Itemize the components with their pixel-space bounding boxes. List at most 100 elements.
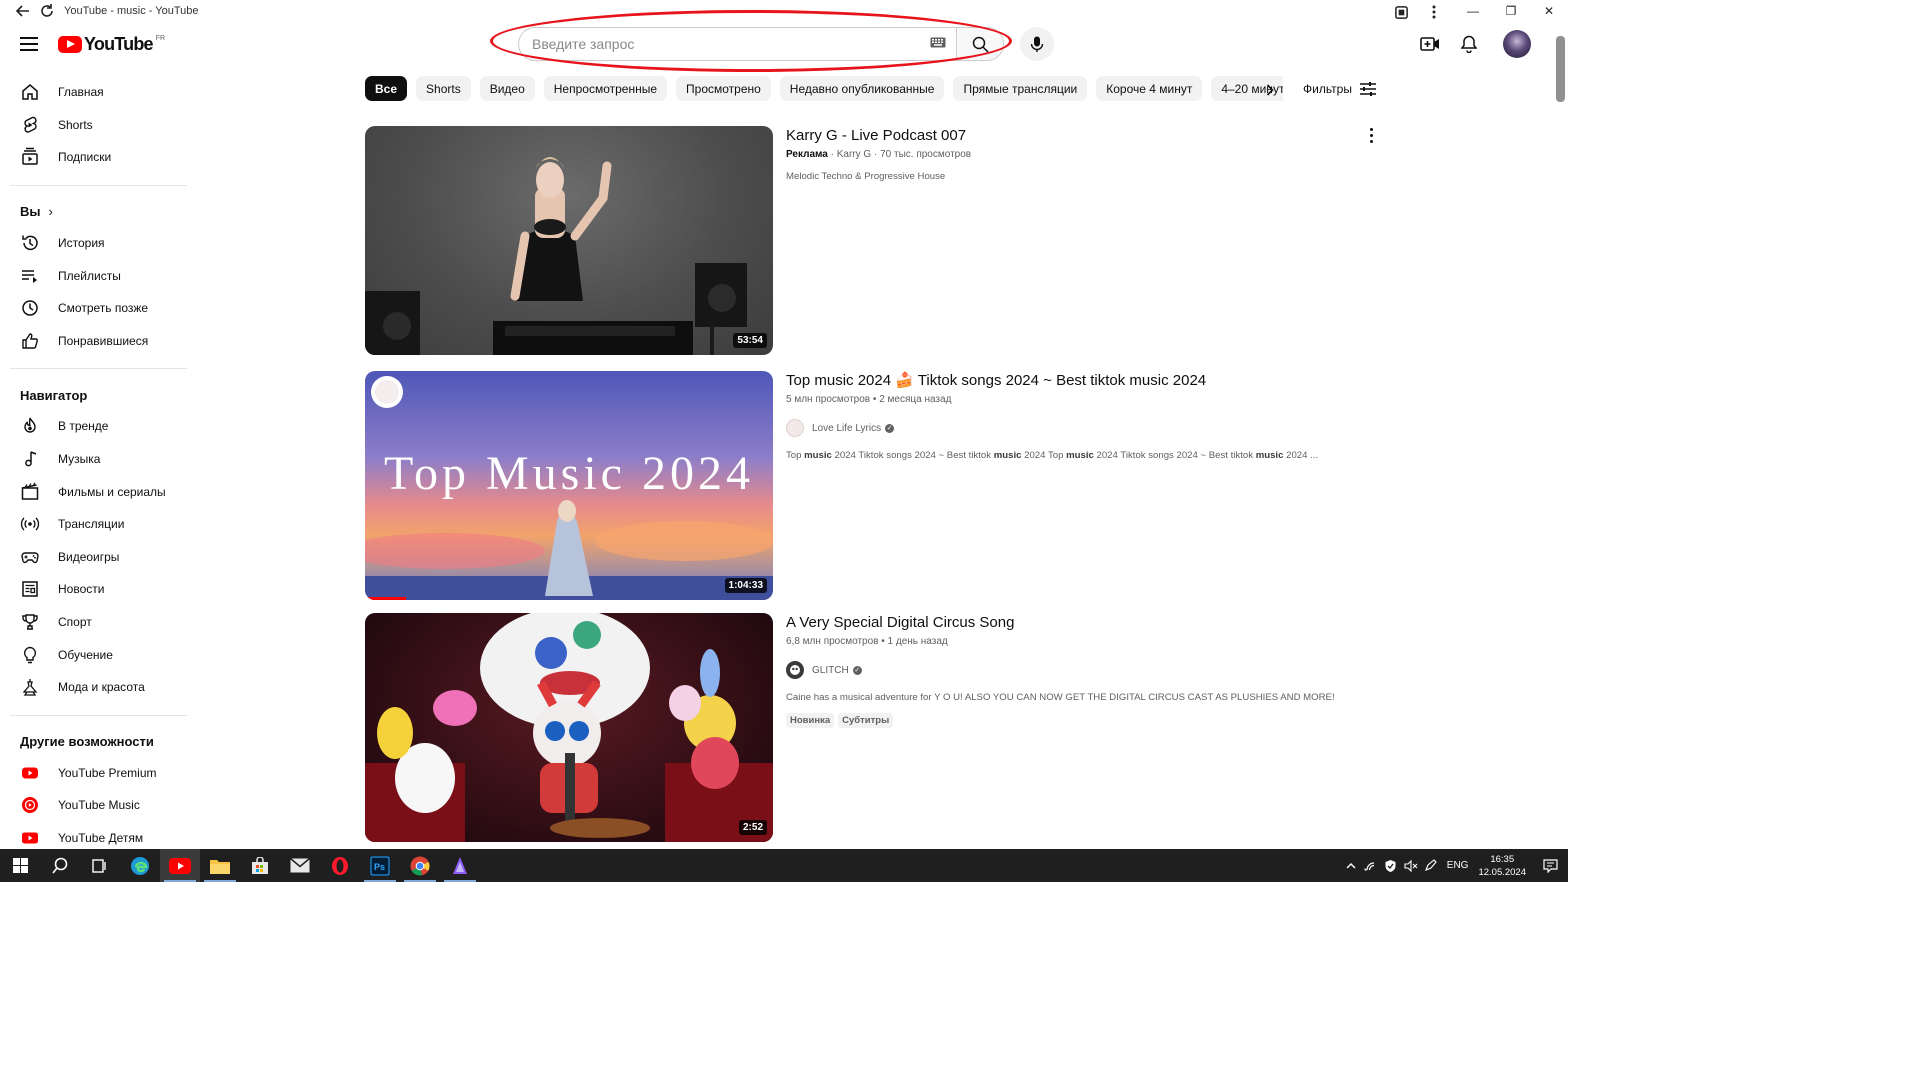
sidebar-item-live[interactable]: Трансляции [0, 508, 200, 541]
minimize-button[interactable]: — [1454, 0, 1492, 22]
video-item[interactable]: Top Music 2024 1:04:33 Top music 2024 🍰 … [365, 371, 1385, 600]
sidebar-item-movies[interactable]: Фильмы и сериалы [0, 475, 200, 508]
video-title[interactable]: Karry G - Live Podcast 007 [786, 126, 1346, 146]
maximize-button[interactable]: ❐ [1492, 0, 1530, 22]
account-avatar[interactable] [1503, 30, 1531, 58]
notifications-button[interactable] [1455, 30, 1483, 58]
taskbar-app-purple[interactable] [440, 849, 480, 882]
reload-button[interactable] [36, 0, 58, 22]
sidebar-item-trending[interactable]: В тренде [0, 410, 200, 443]
taskbar-edge[interactable] [120, 849, 160, 882]
sidebar-item-sports[interactable]: Спорт [0, 606, 200, 639]
taskbar-file-explorer[interactable] [200, 849, 240, 882]
language-indicator[interactable]: ENG [1447, 860, 1469, 871]
sidebar-item-music[interactable]: Музыка [0, 443, 200, 476]
filter-chip[interactable]: Короче 4 минут [1096, 76, 1203, 101]
channel-row[interactable]: Love Life Lyrics ✓ [786, 419, 1346, 437]
filter-chip[interactable]: Видео [479, 76, 535, 101]
taskbar-opera[interactable] [320, 849, 360, 882]
video-title[interactable]: A Very Special Digital Circus Song [786, 613, 1346, 633]
volume-button[interactable] [1401, 849, 1421, 882]
channel-row[interactable]: GLITCH ✓ [786, 661, 1346, 679]
sidebar-item-label: Видеоигры [58, 549, 120, 564]
create-button[interactable] [1416, 30, 1444, 58]
video-title[interactable]: Top music 2024 🍰 Tiktok songs 2024 ~ Bes… [786, 371, 1346, 391]
sidebar-item-learning[interactable]: Обучение [0, 638, 200, 671]
security-button[interactable] [1381, 849, 1401, 882]
video-thumbnail[interactable]: 53:54 [365, 126, 773, 355]
task-view-button[interactable] [80, 849, 120, 882]
filter-chip[interactable]: Просмотрено [676, 76, 771, 101]
channel-avatar[interactable] [786, 419, 804, 437]
channel-name[interactable]: Karry G [837, 149, 871, 160]
taskbar-photoshop[interactable]: Ps [360, 849, 400, 882]
taskbar-chrome[interactable] [400, 849, 440, 882]
channel-name[interactable]: GLITCH [812, 665, 849, 676]
sidebar-item-like[interactable]: Понравившиеся [0, 325, 200, 358]
channel-avatar[interactable] [786, 661, 804, 679]
sidebar-item-history[interactable]: История [0, 227, 200, 260]
action-center-button[interactable] [1540, 849, 1560, 882]
sidebar-item-home[interactable]: Главная [0, 76, 200, 109]
filters-button[interactable]: Фильтры [1303, 78, 1376, 100]
sidebar-item-youtube-music[interactable]: YouTube Music [0, 789, 200, 822]
sidebar-divider [10, 714, 187, 716]
watch-later-icon [20, 298, 40, 318]
filter-chip[interactable]: Все [365, 76, 408, 101]
sidebar-item-playlists[interactable]: Плейлисты [0, 259, 200, 292]
sidebar-item-news[interactable]: Новости [0, 573, 200, 606]
video-badges: Новинка Субтитры [786, 713, 1346, 728]
guide-menu-button[interactable] [18, 33, 40, 55]
video-menu-button[interactable] [1365, 126, 1377, 144]
channel-name[interactable]: Love Life Lyrics [812, 423, 881, 434]
query-highlight: music [993, 450, 1022, 461]
video-item-ad[interactable]: 53:54 Karry G - Live Podcast 007 Реклама… [365, 126, 1385, 355]
start-button[interactable] [0, 849, 40, 882]
tray-overflow-button[interactable] [1341, 849, 1361, 882]
scrollbar-thumb[interactable] [1556, 36, 1565, 102]
page-scrollbar[interactable] [1554, 30, 1568, 850]
search-input[interactable] [532, 36, 930, 52]
taskbar-search-button[interactable] [40, 849, 80, 882]
video-item[interactable]: 2:52 A Very Special Digital Circus Song … [365, 613, 1385, 842]
close-button[interactable]: ✕ [1530, 0, 1568, 22]
sidebar-item-subscriptions[interactable]: Подписки [0, 141, 200, 174]
you-section-heading[interactable]: Вы › [0, 197, 200, 227]
search-button[interactable] [956, 27, 1004, 61]
network-button[interactable] [1361, 849, 1381, 882]
search-bar [518, 27, 1004, 61]
sidebar-item-label: Подписки [58, 150, 112, 165]
sidebar-item-youtube-premium[interactable]: YouTube Premium [0, 757, 200, 790]
fashion-icon [20, 677, 40, 697]
sidebar-item-watch-later[interactable]: Смотреть позже [0, 292, 200, 325]
sidebar-item-label: Новости [58, 582, 105, 597]
search-box[interactable] [518, 27, 956, 61]
pen-button[interactable] [1421, 849, 1441, 882]
video-thumbnail[interactable]: 2:52 [365, 613, 773, 842]
sidebar-item-shorts[interactable]: Shorts [0, 109, 200, 142]
filter-chip[interactable]: Непросмотренные [543, 76, 668, 101]
filter-chip[interactable]: Shorts [416, 76, 471, 101]
music-icon [20, 449, 40, 469]
taskbar-store[interactable] [240, 849, 280, 882]
playlists-icon [20, 266, 40, 286]
browser-menu-button[interactable] [1425, 3, 1443, 21]
taskbar-youtube[interactable] [160, 849, 200, 882]
reload-icon [41, 4, 53, 17]
sidebar-item-fashion[interactable]: Мода и красота [0, 671, 200, 704]
voice-search-button[interactable] [1020, 27, 1054, 61]
youtube-logo[interactable]: YouTube FR [58, 34, 165, 55]
sidebar-item-gaming[interactable]: Видеоигры [0, 541, 200, 574]
video-thumbnail[interactable]: Top Music 2024 1:04:33 [365, 371, 773, 600]
verified-icon: ✓ [885, 423, 895, 433]
back-button[interactable] [12, 0, 34, 22]
video-description: Caine has a musical adventure for Y O U!… [786, 692, 1335, 703]
clock[interactable]: 16:35 12.05.2024 [1478, 853, 1526, 879]
sports-icon [20, 612, 40, 632]
filter-chip[interactable]: Прямые трансляции [953, 76, 1088, 101]
chips-next-button[interactable] [1258, 78, 1282, 102]
filter-chip[interactable]: Недавно опубликованные [779, 76, 945, 101]
extensions-button[interactable] [1392, 3, 1410, 21]
keyboard-icon[interactable] [930, 35, 946, 53]
taskbar-mail[interactable] [280, 849, 320, 882]
